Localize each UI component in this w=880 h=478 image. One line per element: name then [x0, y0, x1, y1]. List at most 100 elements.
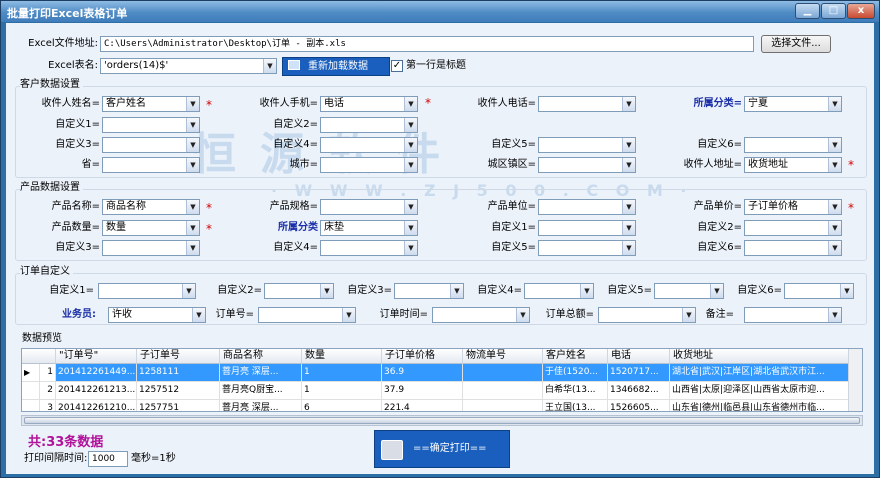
order-custom1-select[interactable]: ▼: [98, 283, 196, 299]
city-select[interactable]: ▼: [320, 157, 418, 173]
customer-custom3-label: 自定义3=: [55, 139, 100, 150]
recv-phone-select[interactable]: ▼: [538, 96, 636, 112]
grid-cell[interactable]: 湖北省|武汉|江岸区|湖北省武汉市江...: [670, 364, 850, 382]
product-price-value: 子订单价格: [748, 201, 798, 212]
salesman-select[interactable]: 许收 ▼: [108, 307, 206, 323]
customer-custom5-label: 自定义5=: [491, 139, 536, 150]
window-title: 批量打印Excel表格订单: [7, 7, 128, 20]
customer-custom1-select[interactable]: ▼: [102, 117, 200, 133]
grid-cell[interactable]: 201412261210...: [56, 400, 137, 411]
dropdown-arrow-icon: ▼: [622, 138, 635, 152]
order-custom3-select[interactable]: ▼: [394, 283, 464, 299]
province-select[interactable]: ▼: [102, 157, 200, 173]
maximize-button[interactable]: □: [821, 3, 846, 19]
sheet-name-select[interactable]: 'orders(14)$' ▼: [100, 58, 277, 74]
minimize-button[interactable]: ▁: [795, 3, 820, 19]
grid-cell[interactable]: 1526605...: [608, 400, 670, 411]
customer-custom4-select[interactable]: ▼: [320, 137, 418, 153]
file-path-input[interactable]: C:\Users\Administrator\Desktop\订单 - 副本.x…: [100, 36, 754, 52]
first-row-header-checkbox[interactable]: ✓: [391, 60, 403, 72]
grid-cell[interactable]: 6: [302, 400, 382, 411]
grid-cell[interactable]: 1258111: [137, 364, 220, 382]
city-label: 城市=: [289, 159, 318, 170]
dropdown-arrow-icon: ▼: [263, 59, 276, 73]
grid-cell[interactable]: 1520717...: [608, 364, 670, 382]
order-custom6-select[interactable]: ▼: [784, 283, 854, 299]
order-custom4-select[interactable]: ▼: [524, 283, 594, 299]
remark-select[interactable]: ▼: [744, 307, 842, 323]
grid-cell[interactable]: 36.9: [382, 364, 463, 382]
customer-custom2-select[interactable]: ▼: [320, 117, 418, 133]
grid-cell[interactable]: 37.9: [382, 382, 463, 400]
total-count: 共:33条数据: [28, 435, 104, 450]
vertical-scrollbar[interactable]: [848, 349, 862, 411]
customer-custom3-select[interactable]: ▼: [102, 137, 200, 153]
data-preview-grid[interactable]: "订单号" 子订单号 商品名称 数量 子订单价格 物流单号 客户姓名 电话 收货地址 ▶ 1 2014…: [21, 348, 863, 412]
product-custom2-select[interactable]: ▼: [744, 220, 842, 236]
product-price-select[interactable]: 子订单价格 ▼: [744, 199, 842, 215]
customer-custom5-select[interactable]: ▼: [538, 137, 636, 153]
recv-name-select[interactable]: 客户姓名 ▼: [102, 96, 200, 112]
product-category-select[interactable]: 床垫 ▼: [320, 220, 418, 236]
grid-cell[interactable]: 221.4: [382, 400, 463, 411]
grid-cell[interactable]: 1257512: [137, 382, 220, 400]
grid-cell[interactable]: 201412261449...: [56, 364, 137, 382]
product-qty-select[interactable]: 数量 ▼: [102, 220, 200, 236]
customer-custom4-label: 自定义4=: [273, 139, 318, 150]
recv-mobile-value: 电话: [324, 98, 344, 109]
grid-column-header: 数量: [302, 349, 382, 364]
district-select[interactable]: ▼: [538, 157, 636, 173]
customer-custom6-select[interactable]: ▼: [744, 137, 842, 153]
product-custom6-select[interactable]: ▼: [744, 240, 842, 256]
dropdown-arrow-icon: ▼: [840, 284, 853, 298]
order-time-select[interactable]: ▼: [432, 307, 530, 323]
grid-cell[interactable]: 于佳(1520...: [543, 364, 608, 382]
customer-custom1-label: 自定义1=: [55, 119, 100, 130]
product-custom5-select[interactable]: ▼: [538, 240, 636, 256]
print-interval-input[interactable]: 1000: [88, 451, 128, 467]
order-custom4-label: 自定义4=: [477, 285, 522, 296]
grid-cell[interactable]: [463, 364, 543, 382]
customer-category-select[interactable]: 宁夏 ▼: [744, 96, 842, 112]
confirm-print-button[interactable]: ==确定打印==: [374, 430, 510, 468]
grid-cell[interactable]: 1: [302, 364, 382, 382]
product-custom3-select[interactable]: ▼: [102, 240, 200, 256]
order-total-select[interactable]: ▼: [598, 307, 696, 323]
grid-cell[interactable]: [463, 382, 543, 400]
reload-data-button[interactable]: 重新加载数据: [282, 57, 390, 76]
product-spec-select[interactable]: ▼: [320, 199, 418, 215]
browse-file-button[interactable]: 选择文件...: [761, 35, 831, 53]
grid-cell[interactable]: 白希华(13...: [543, 382, 608, 400]
scrollbar-thumb[interactable]: [24, 417, 860, 424]
product-name-select[interactable]: 商品名称 ▼: [102, 199, 200, 215]
horizontal-scrollbar[interactable]: [21, 415, 863, 426]
recv-mobile-select[interactable]: 电话 ▼: [320, 96, 418, 112]
recv-address-select[interactable]: 收货地址 ▼: [744, 157, 842, 173]
dropdown-arrow-icon: ▼: [404, 138, 417, 152]
close-button[interactable]: x: [847, 3, 875, 19]
order-custom2-select[interactable]: ▼: [264, 283, 334, 299]
grid-cell[interactable]: 1: [302, 382, 382, 400]
grid-cell[interactable]: 1346682...: [608, 382, 670, 400]
grid-cell[interactable]: 菩月亮 深层...: [220, 400, 302, 411]
grid-cell[interactable]: 王立国(13...: [543, 400, 608, 411]
grid-column-header: 物流单号: [463, 349, 543, 364]
order-custom5-select[interactable]: ▼: [654, 283, 724, 299]
dropdown-arrow-icon: ▼: [828, 308, 841, 322]
dropdown-arrow-icon: ▼: [186, 200, 199, 214]
grid-cell[interactable]: 201412261213...: [56, 382, 137, 400]
order-no-select[interactable]: ▼: [258, 307, 356, 323]
grid-cell[interactable]: 菩月亮 深层...: [220, 364, 302, 382]
grid-cell[interactable]: 菩月亮Q厨宝...: [220, 382, 302, 400]
grid-cell[interactable]: 山西省|太原|迎泽区|山西省太原市迎...: [670, 382, 850, 400]
grid-cell[interactable]: [463, 400, 543, 411]
dropdown-arrow-icon: ▼: [682, 308, 695, 322]
dropdown-arrow-icon: ▼: [622, 241, 635, 255]
dropdown-arrow-icon: ▼: [404, 221, 417, 235]
product-unit-select[interactable]: ▼: [538, 199, 636, 215]
product-custom1-select[interactable]: ▼: [538, 220, 636, 236]
order-custom5-label: 自定义5=: [607, 285, 652, 296]
product-custom4-select[interactable]: ▼: [320, 240, 418, 256]
grid-cell[interactable]: 1257751: [137, 400, 220, 411]
grid-cell[interactable]: 山东省|德州|临邑县|山东省德州市临...: [670, 400, 850, 411]
